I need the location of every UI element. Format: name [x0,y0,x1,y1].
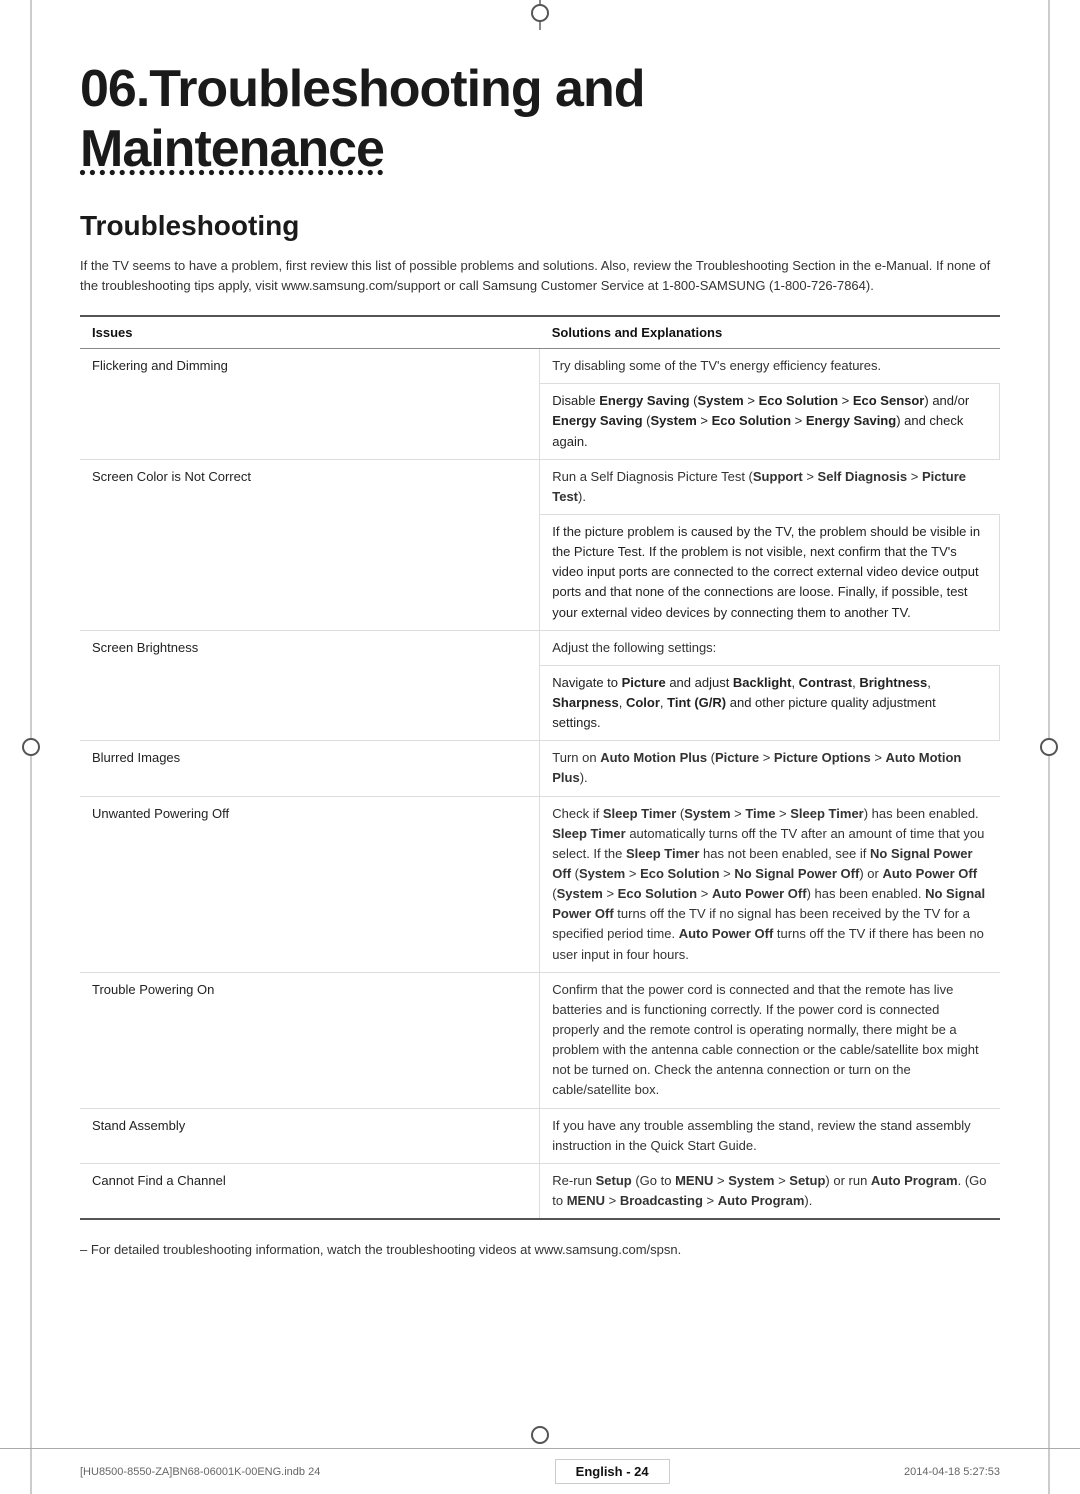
table-row: Blurred Images Turn on Auto Motion Plus … [80,741,1000,796]
solution-cell: Re-run Setup (Go to MENU > System > Setu… [540,1163,1000,1219]
solution-cell: Run a Self Diagnosis Picture Test (Suppo… [540,459,1000,514]
solution-cell: Confirm that the power cord is connected… [540,972,1000,1108]
footer-left: [HU8500-8550-ZA]BN68-06001K-00ENG.indb 2… [80,1466,320,1478]
table-row: Trouble Powering On Confirm that the pow… [80,972,1000,1108]
issue-cell-flickering: Flickering and Dimming [80,349,540,460]
solution-cell: Adjust the following settings: [540,630,1000,665]
solution-cell: Turn on Auto Motion Plus (Picture > Pict… [540,741,1000,796]
issue-cell-channel: Cannot Find a Channel [80,1163,540,1219]
col-solutions-header: Solutions and Explanations [540,316,1000,349]
main-content: 06.Troubleshooting and Maintenance Troub… [0,0,1080,1340]
table-row: Unwanted Powering Off Check if Sleep Tim… [80,796,1000,972]
solution-cell: Navigate to Picture and adjust Backlight… [540,665,1000,740]
footer-center-page: English - 24 [555,1459,670,1484]
table-row: Stand Assembly If you have any trouble a… [80,1108,1000,1163]
issue-cell-blurred: Blurred Images [80,741,540,796]
chapter-title: 06.Troubleshooting and Maintenance [80,60,1000,180]
issue-cell-screen-color: Screen Color is Not Correct [80,459,540,630]
intro-paragraph: If the TV seems to have a problem, first… [80,256,1000,298]
solution-cell: Try disabling some of the TV's energy ef… [540,349,1000,384]
chapter-title-line2: Maintenance [80,120,384,178]
solution-cell: Disable Energy Saving (System > Eco Solu… [540,384,1000,459]
issue-cell-unwanted-power: Unwanted Powering Off [80,796,540,972]
table-row: Flickering and Dimming Try disabling som… [80,349,1000,384]
chapter-number: 06. [80,60,149,118]
issue-cell-screen-brightness: Screen Brightness [80,630,540,741]
solution-cell: If the picture problem is caused by the … [540,515,1000,631]
left-circle-decoration [22,738,40,756]
right-circle-decoration [1040,738,1058,756]
col-issues-header: Issues [80,316,540,349]
footer: [HU8500-8550-ZA]BN68-06001K-00ENG.indb 2… [0,1448,1080,1494]
solution-cell: If you have any trouble assembling the s… [540,1108,1000,1163]
issue-cell-stand: Stand Assembly [80,1108,540,1163]
troubleshooting-table: Issues Solutions and Explanations Flicke… [80,315,1000,1220]
page-container: 06.Troubleshooting and Maintenance Troub… [0,0,1080,1494]
table-header-row: Issues Solutions and Explanations [80,316,1000,349]
top-circle-decoration [531,4,549,22]
chapter-title-line1: Troubleshooting and [149,60,644,118]
solution-cell: Check if Sleep Timer (System > Time > Sl… [540,796,1000,972]
bottom-circle-decoration [531,1426,549,1444]
bottom-note: – For detailed troubleshooting informati… [80,1240,1000,1260]
footer-right: 2014-04-18 5:27:53 [904,1466,1000,1478]
section-title: Troubleshooting [80,210,1000,242]
table-row: Screen Brightness Adjust the following s… [80,630,1000,665]
issue-cell-trouble-power: Trouble Powering On [80,972,540,1108]
table-row: Screen Color is Not Correct Run a Self D… [80,459,1000,514]
table-row: Cannot Find a Channel Re-run Setup (Go t… [80,1163,1000,1219]
